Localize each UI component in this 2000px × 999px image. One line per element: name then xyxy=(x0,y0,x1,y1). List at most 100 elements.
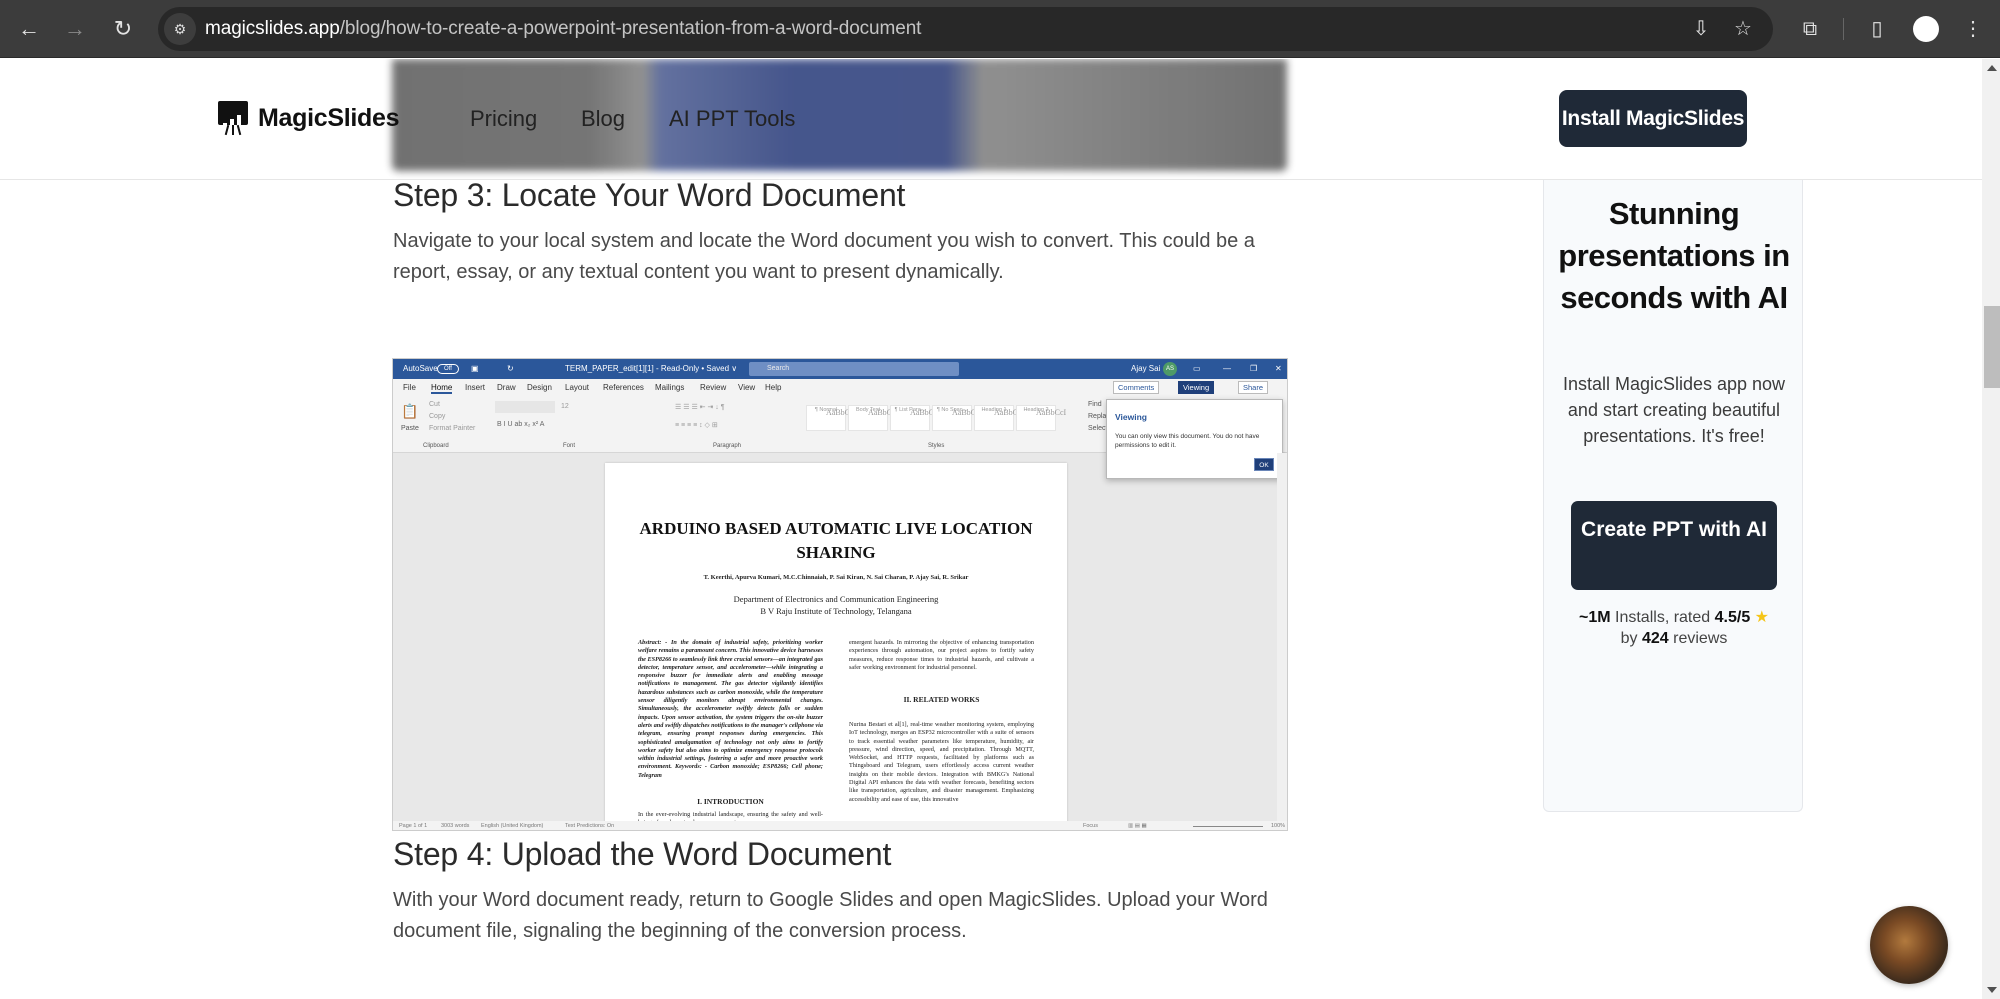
rating-value: 4.5/5 xyxy=(1714,609,1751,626)
doc-related-text: Nurina Bestari et al[1], real-time weath… xyxy=(849,721,1034,803)
chat-support-avatar[interactable] xyxy=(1870,906,1948,984)
doc-right-column-top: emergent hazards. In mirroring the objec… xyxy=(849,639,1034,671)
scroll-up-arrow-icon[interactable] xyxy=(1987,65,1997,71)
step3-heading: Step 3: Locate Your Word Document xyxy=(393,177,906,213)
word-comments-button: Comments xyxy=(1113,381,1160,394)
word-restore-icon: ❐ xyxy=(1250,364,1258,373)
browser-toolbar: ← → ↻ ⚙ magicslides.app/blog/how-to-crea… xyxy=(0,0,2000,58)
create-ppt-button[interactable]: Create PPT with AI xyxy=(1571,501,1777,590)
word-font-name-box xyxy=(495,401,555,413)
word-zoom-level: 100% xyxy=(1271,823,1286,829)
browser-menu-icon[interactable]: ⋮ xyxy=(1958,14,1988,44)
word-paste-label: Paste xyxy=(401,425,419,432)
web-page: Step 3: Locate Your Word Document Naviga… xyxy=(0,59,1982,999)
word-scrollbar xyxy=(1277,453,1287,823)
word-viewing-button: Viewing xyxy=(1178,381,1215,394)
nav-link-pricing[interactable]: Pricing xyxy=(470,106,537,132)
promo-title: Stunning presentations in seconds with A… xyxy=(1558,196,1790,315)
doc-abstract: Abstract: - In the domain of industrial … xyxy=(638,639,823,779)
url-path: /blog/how-to-create-a-powerpoint-present… xyxy=(339,18,922,39)
word-group-label: Paragraph xyxy=(713,443,742,449)
word-tab: Help xyxy=(765,383,782,392)
word-text-predictions: Text Predictions: On xyxy=(565,823,615,829)
page-scrollbar[interactable] xyxy=(1982,59,2000,999)
word-list-buttons: ☰ ☰ ☰ ⇤ ⇥ ↓ ¶ xyxy=(675,404,725,411)
word-format-painter-label: Format Painter xyxy=(429,425,476,432)
word-tab: Mailings xyxy=(655,383,685,392)
address-bar[interactable]: ⚙ magicslides.app/blog/how-to-create-a-p… xyxy=(158,7,1773,51)
reload-icon[interactable]: ↻ xyxy=(108,14,138,44)
word-tab: View xyxy=(738,383,756,392)
back-icon[interactable]: ← xyxy=(14,14,44,44)
word-ribbon-display-icon: ▭ xyxy=(1193,364,1201,373)
word-minimize-icon: — xyxy=(1223,364,1231,373)
doc-related-heading: II. RELATED WORKS xyxy=(903,695,980,704)
word-group-label: Font xyxy=(563,443,576,449)
word-align-buttons: ≡ ≡ ≡ ≡ ↕ ◇ ⊞ xyxy=(675,422,718,429)
word-doc-title: TERM_PAPER_edit[1][1] - Read-Only • Save… xyxy=(565,364,738,373)
word-screenshot-image: AutoSave Off ▣ ↻ TERM_PAPER_edit[1][1] -… xyxy=(392,358,1288,831)
doc-intro-heading: I. INTRODUCTION xyxy=(697,797,764,806)
installs-label: Installs, rated xyxy=(1615,609,1711,626)
word-status-bar: Page 1 of 1 3003 words English (United K… xyxy=(393,821,1287,830)
word-group-label: Styles xyxy=(928,443,945,449)
word-style-list-para: AaBbCcI ¶ List Para... xyxy=(890,405,940,431)
word-style-heading1: AaBbCcDd Heading 1 xyxy=(974,405,1031,431)
word-find-label: Find xyxy=(1088,401,1102,408)
word-tab-active: Home xyxy=(431,383,453,394)
extensions-icon[interactable]: ⧉ xyxy=(1795,14,1825,44)
word-focus: Focus xyxy=(1083,823,1098,829)
word-search-box: Search xyxy=(749,362,959,376)
word-close-icon: ✕ xyxy=(1275,364,1282,373)
word-ribbon-tabs: File Home Insert Draw Design Layout Refe… xyxy=(393,379,1287,397)
word-word-count: 3003 words xyxy=(441,823,470,829)
nav-link-ai-ppt-tools[interactable]: AI PPT Tools xyxy=(669,106,795,132)
word-view-icons: ▥ ▤ ▦ xyxy=(1128,823,1147,829)
word-tab: Design xyxy=(527,383,552,392)
word-autosave-toggle: Off xyxy=(437,364,459,374)
word-title-bar: AutoSave Off ▣ ↻ TERM_PAPER_edit[1][1] -… xyxy=(393,359,1287,379)
word-language: English (United Kingdom) xyxy=(481,823,544,829)
word-tab: Draw xyxy=(497,383,516,392)
url-text[interactable]: magicslides.app/blog/how-to-create-a-pow… xyxy=(205,18,921,40)
word-tab: File xyxy=(403,383,416,392)
scroll-down-arrow-icon[interactable] xyxy=(1987,987,1997,993)
forward-icon[interactable]: → xyxy=(60,14,90,44)
install-app-icon[interactable]: ⇩ xyxy=(1688,16,1714,42)
word-save-icon: ▣ xyxy=(471,364,479,373)
logo-text: MagicSlides xyxy=(258,103,400,132)
word-user-avatar: AS xyxy=(1163,362,1177,376)
word-tab: Layout xyxy=(565,383,590,392)
word-popup-body: You can only view this document. You do … xyxy=(1115,433,1260,449)
bookmark-star-icon[interactable]: ☆ xyxy=(1730,16,1756,42)
toolbar-divider xyxy=(1843,18,1844,40)
reviews-label: reviews xyxy=(1673,630,1728,647)
word-popup-title: Viewing xyxy=(1115,412,1147,422)
word-popup-ok-button: OK xyxy=(1254,458,1274,471)
word-autosave-label: AutoSave xyxy=(403,364,438,373)
word-tab: Insert xyxy=(465,383,486,392)
step3-body: Navigate to your local system and locate… xyxy=(393,230,1255,283)
word-style-heading2: AaBbCcI Heading 2 xyxy=(1016,405,1066,431)
nav-link-blog[interactable]: Blog xyxy=(581,106,625,132)
word-select-label: Select xyxy=(1088,425,1108,432)
magicslides-logo[interactable]: MagicSlides xyxy=(218,101,400,136)
word-document-page: ARDUINO BASED AUTOMATIC LIVE LOCATION SH… xyxy=(605,463,1067,826)
word-style-no-spacing: AaBbCcI ¶ No Spac... xyxy=(932,405,982,431)
promo-stats: ~1M Installs, rated 4.5/5 ★ by 424 revie… xyxy=(1544,607,1804,649)
word-font-size: 12 xyxy=(561,403,569,410)
scroll-thumb[interactable] xyxy=(1984,306,2000,388)
profile-avatar[interactable] xyxy=(1913,16,1939,42)
doc-affiliation: Department of Electronics and Communicat… xyxy=(733,594,939,616)
install-magicslides-button[interactable]: Install MagicSlides xyxy=(1559,90,1747,147)
site-info-icon[interactable]: ⚙ xyxy=(164,13,196,45)
reviews-count: 424 xyxy=(1641,630,1669,647)
doc-authors: T. Keerthi, Apurva Kumari, M.C.Chinnaiah… xyxy=(703,574,969,581)
logo-icon xyxy=(218,101,248,136)
word-redo-icon: ↻ xyxy=(507,364,514,373)
word-user-name: Ajay Sai xyxy=(1131,364,1161,373)
doc-title: ARDUINO BASED AUTOMATIC LIVE LOCATION SH… xyxy=(639,519,1033,562)
promo-body: Install MagicSlides app now and start cr… xyxy=(1562,374,1786,446)
side-panel-icon[interactable]: ▯ xyxy=(1862,14,1892,44)
word-viewing-popup: Viewing You can only view this document.… xyxy=(1106,399,1283,479)
